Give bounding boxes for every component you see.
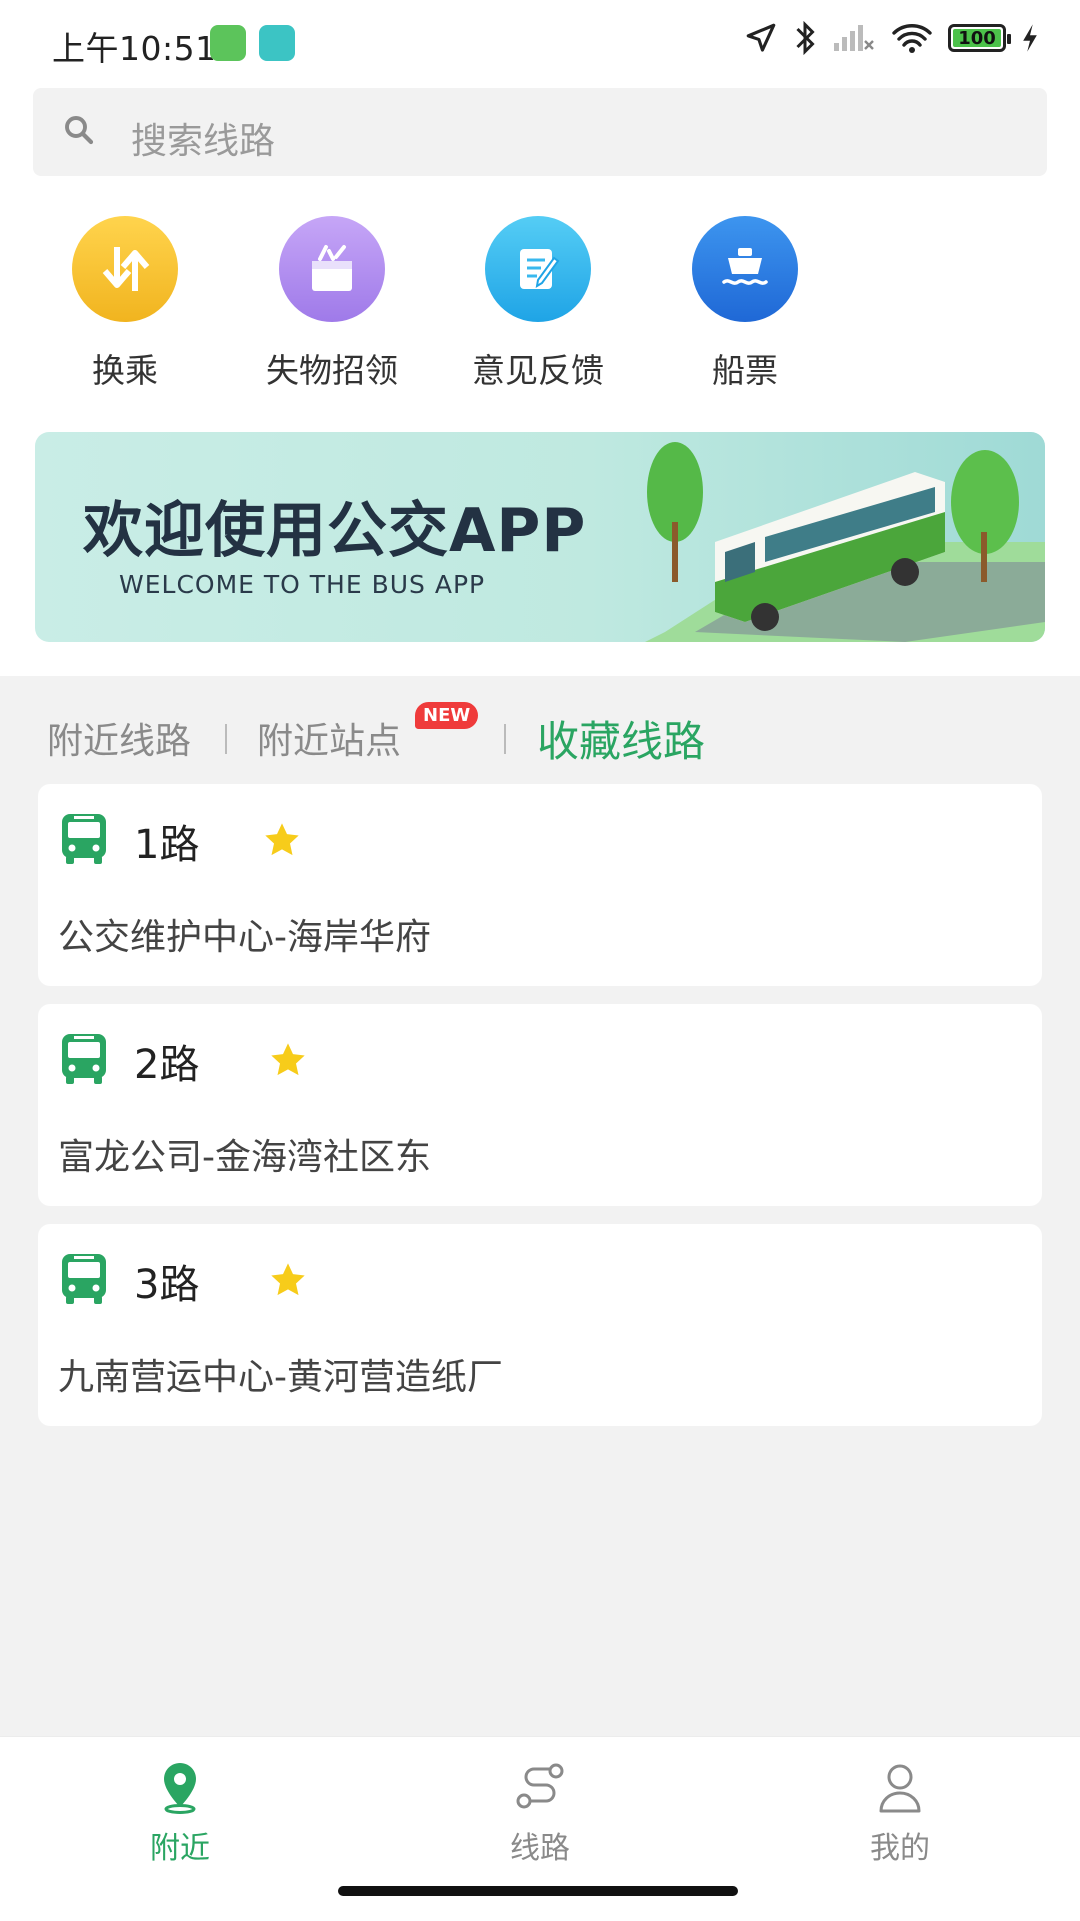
lost-found-icon: [279, 216, 385, 322]
ship-icon: [692, 216, 798, 322]
quick-action-ship-ticket[interactable]: 船票: [645, 216, 845, 392]
nav-label: 我的: [870, 1831, 930, 1866]
favorite-route-card[interactable]: 2路 富龙公司-金海湾社区东: [38, 1004, 1042, 1206]
status-bar: 上午10:51 100: [0, 0, 1080, 86]
quick-action-feedback[interactable]: 意见反馈: [438, 216, 638, 392]
search-bar[interactable]: 搜索线路: [33, 88, 1047, 176]
tab-divider: [225, 724, 227, 754]
location-app-icon: [259, 25, 295, 61]
battery-level: 100: [953, 28, 1001, 49]
banner-subtitle: WELCOME TO THE BUS APP: [119, 570, 486, 599]
route-name: 2路: [134, 1042, 200, 1088]
quick-action-label: 失物招领: [266, 351, 398, 390]
quick-action-label: 船票: [712, 351, 778, 390]
route-name: 1路: [134, 822, 200, 868]
transfer-icon: [72, 216, 178, 322]
search-icon: [65, 116, 94, 145]
quick-actions: 换乘 失物招领 意见反馈 船票: [0, 216, 1080, 396]
location-pin-icon: [164, 1763, 196, 1814]
bus-icon: [62, 814, 106, 864]
bus-icon: [62, 1034, 106, 1084]
battery-icon: 100: [948, 24, 1011, 52]
bus-illustration: [645, 442, 1045, 642]
location-arrow-icon: [746, 23, 776, 52]
wifi-icon: [892, 24, 932, 53]
charging-bolt-icon: [1023, 24, 1037, 52]
route-name: 3路: [134, 1262, 200, 1308]
user-icon: [879, 1764, 921, 1813]
nav-label: 线路: [510, 1831, 570, 1866]
route-icon: [516, 1763, 564, 1809]
favorite-route-card[interactable]: 3路 九南营运中心-黄河营造纸厂: [38, 1224, 1042, 1426]
quick-action-lost-found[interactable]: 失物招领: [232, 216, 432, 392]
route-endpoints: 九南营运中心-黄河营造纸厂: [58, 1357, 503, 1398]
nav-label: 附近: [150, 1831, 210, 1866]
favorite-star-icon[interactable]: [268, 1040, 308, 1080]
favorite-star-icon[interactable]: [262, 820, 302, 860]
status-icons: 100: [744, 20, 1040, 56]
signal-off-icon: [834, 25, 874, 51]
favorite-star-icon[interactable]: [268, 1260, 308, 1300]
tab-divider: [504, 724, 506, 754]
favorite-route-card[interactable]: 1路 公交维护中心-海岸华府: [38, 784, 1042, 986]
nav-profile[interactable]: 我的: [800, 1759, 1000, 1867]
welcome-banner[interactable]: 欢迎使用公交APP WELCOME TO THE BUS APP: [35, 432, 1045, 642]
tab-nearby-stops[interactable]: 附近站点: [257, 712, 401, 764]
home-indicator[interactable]: [338, 1886, 738, 1896]
search-placeholder: 搜索线路: [131, 121, 276, 162]
route-endpoints: 富龙公司-金海湾社区东: [58, 1137, 431, 1178]
feedback-icon: [485, 216, 591, 322]
tab-nearby-routes[interactable]: 附近线路: [47, 712, 191, 764]
new-badge: NEW: [415, 702, 479, 729]
quick-action-label: 意见反馈: [472, 351, 604, 390]
bluetooth-icon: [796, 20, 815, 56]
tab-favorite-routes[interactable]: 收藏线路: [537, 708, 705, 769]
app-notification-icon: [210, 25, 246, 61]
nav-routes[interactable]: 线路: [440, 1759, 640, 1867]
bus-icon: [62, 1254, 106, 1304]
status-time: 上午10:51: [52, 29, 217, 68]
banner-title: 欢迎使用公交APP: [83, 496, 587, 566]
route-endpoints: 公交维护中心-海岸华府: [58, 917, 431, 958]
quick-action-transfer[interactable]: 换乘: [25, 216, 225, 392]
quick-action-label: 换乘: [92, 351, 158, 390]
nav-nearby[interactable]: 附近: [80, 1759, 280, 1867]
